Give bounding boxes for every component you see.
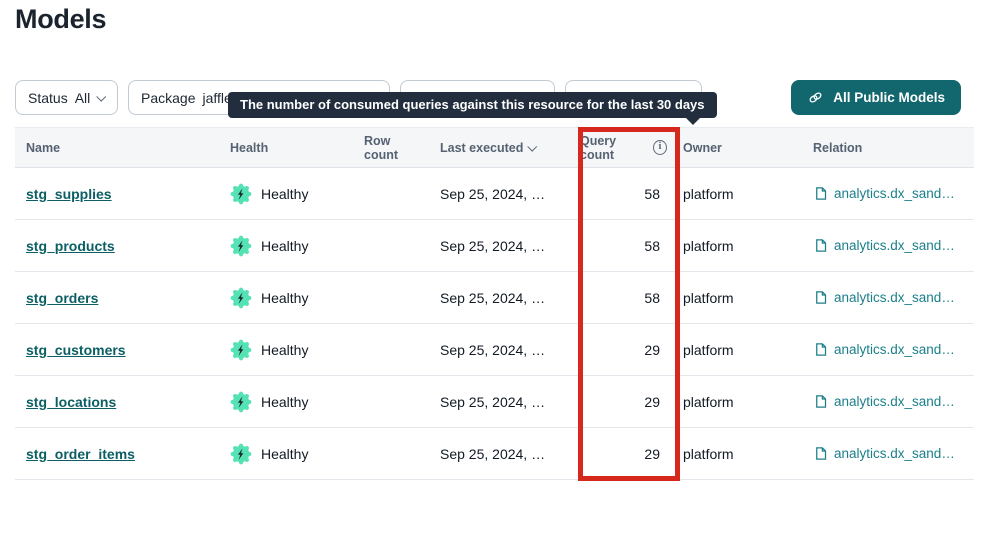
lightning-seal-icon xyxy=(230,235,252,257)
chevron-down-icon xyxy=(528,142,538,152)
model-link[interactable]: stg_locations xyxy=(26,394,116,410)
relation-link[interactable]: analytics.dx_sand… xyxy=(805,394,974,409)
column-header-relation[interactable]: Relation xyxy=(805,141,974,155)
column-header-row-count[interactable]: Row count xyxy=(364,134,440,162)
table-header-row: Name Health Row count Last executed Quer… xyxy=(15,127,974,168)
query-count-value: 29 xyxy=(580,394,683,410)
relation-label: analytics.dx_sand… xyxy=(834,186,955,201)
health-status-label: Healthy xyxy=(261,186,308,202)
column-header-health[interactable]: Health xyxy=(230,141,364,155)
all-public-models-button[interactable]: All Public Models xyxy=(791,80,961,115)
relation-link[interactable]: analytics.dx_sand… xyxy=(805,290,974,305)
owner-value: platform xyxy=(683,342,805,358)
last-executed-value: Sep 25, 2024, … xyxy=(440,290,580,306)
model-link[interactable]: stg_products xyxy=(26,238,115,254)
column-header-owner[interactable]: Owner xyxy=(683,141,805,155)
query-count-value: 58 xyxy=(580,290,683,306)
last-executed-value: Sep 25, 2024, … xyxy=(440,394,580,410)
status-filter-label: Status xyxy=(28,90,68,106)
last-executed-value: Sep 25, 2024, … xyxy=(440,238,580,254)
owner-value: platform xyxy=(683,290,805,306)
relation-label: analytics.dx_sand… xyxy=(834,290,955,305)
query-count-value: 58 xyxy=(580,238,683,254)
relation-link[interactable]: analytics.dx_sand… xyxy=(805,342,974,357)
column-header-last-executed[interactable]: Last executed xyxy=(440,141,580,155)
owner-value: platform xyxy=(683,238,805,254)
lightning-seal-icon xyxy=(230,287,252,309)
table-row: stg_customers Healthy Sep 25, 2024, … 29… xyxy=(15,324,974,376)
last-executed-value: Sep 25, 2024, … xyxy=(440,186,580,202)
all-public-models-label: All Public Models xyxy=(833,90,945,105)
query-count-label: Query count xyxy=(580,134,648,162)
health-status-label: Healthy xyxy=(261,446,308,462)
query-count-value: 29 xyxy=(580,446,683,462)
table-row: stg_locations Healthy Sep 25, 2024, … 29… xyxy=(15,376,974,428)
document-icon xyxy=(813,394,828,409)
health-status-label: Healthy xyxy=(261,290,308,306)
query-count-value: 58 xyxy=(580,186,683,202)
table-row: stg_order_items Healthy Sep 25, 2024, … … xyxy=(15,428,974,480)
column-header-name[interactable]: Name xyxy=(26,141,230,155)
owner-value: platform xyxy=(683,446,805,462)
chevron-down-icon xyxy=(97,92,107,102)
model-link[interactable]: stg_customers xyxy=(26,342,126,358)
owner-value: platform xyxy=(683,394,805,410)
lightning-seal-icon xyxy=(230,183,252,205)
lightning-seal-icon xyxy=(230,339,252,361)
relation-link[interactable]: analytics.dx_sand… xyxy=(805,238,974,253)
model-link[interactable]: stg_supplies xyxy=(26,186,112,202)
table-row: stg_supplies Healthy Sep 25, 2024, … 58 … xyxy=(15,168,974,220)
models-table: Name Health Row count Last executed Quer… xyxy=(15,127,974,480)
column-header-query-count[interactable]: Query count i xyxy=(580,134,683,162)
info-icon[interactable]: i xyxy=(653,140,667,155)
query-count-tooltip: The number of consumed queries against t… xyxy=(228,92,717,118)
document-icon xyxy=(813,342,828,357)
document-icon xyxy=(813,238,828,253)
health-status-label: Healthy xyxy=(261,238,308,254)
lightning-seal-icon xyxy=(230,443,252,465)
relation-link[interactable]: analytics.dx_sand… xyxy=(805,446,974,461)
models-page: Models Status All Package jaffle_ All Pu… xyxy=(0,0,989,536)
document-icon xyxy=(813,290,828,305)
relation-label: analytics.dx_sand… xyxy=(834,394,955,409)
health-status-label: Healthy xyxy=(261,394,308,410)
last-executed-label: Last executed xyxy=(440,141,523,155)
relation-label: analytics.dx_sand… xyxy=(834,238,955,253)
relation-label: analytics.dx_sand… xyxy=(834,342,955,357)
document-icon xyxy=(813,446,828,461)
status-filter-value: All xyxy=(75,90,91,106)
relation-label: analytics.dx_sand… xyxy=(834,446,955,461)
health-status-label: Healthy xyxy=(261,342,308,358)
link-icon xyxy=(807,89,824,106)
model-link[interactable]: stg_order_items xyxy=(26,446,135,462)
last-executed-value: Sep 25, 2024, … xyxy=(440,446,580,462)
table-row: stg_orders Healthy Sep 25, 2024, … 58 pl… xyxy=(15,272,974,324)
document-icon xyxy=(813,186,828,201)
page-title: Models xyxy=(15,4,106,35)
package-filter-label: Package xyxy=(141,90,195,106)
table-row: stg_products Healthy Sep 25, 2024, … 58 … xyxy=(15,220,974,272)
relation-link[interactable]: analytics.dx_sand… xyxy=(805,186,974,201)
query-count-value: 29 xyxy=(580,342,683,358)
owner-value: platform xyxy=(683,186,805,202)
model-link[interactable]: stg_orders xyxy=(26,290,98,306)
last-executed-value: Sep 25, 2024, … xyxy=(440,342,580,358)
lightning-seal-icon xyxy=(230,391,252,413)
status-filter-dropdown[interactable]: Status All xyxy=(15,80,118,115)
